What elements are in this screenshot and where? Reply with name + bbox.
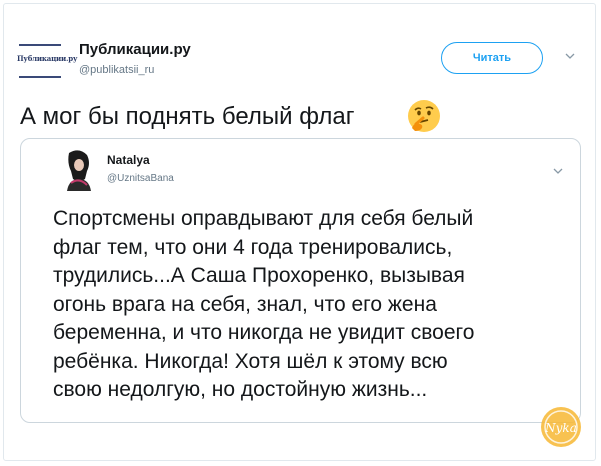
quoted-text-line: ребёнка. Никогда! Хотя шёл к этому всю (53, 349, 448, 373)
quoted-menu-chevron-icon[interactable] (553, 167, 563, 177)
site-watermark-logo: Nyka (539, 405, 583, 449)
thinking-face-emoji (406, 98, 442, 134)
follow-button[interactable]: Читать (441, 42, 543, 74)
quoted-text-line: Спортсмены оправдывают для себя белый (53, 207, 474, 230)
quoted-text-line: флаг тем, что они 4 года тренировались, (53, 235, 453, 259)
quoted-text-line: огонь врага на себя, знал, что его жена (53, 292, 437, 316)
quoted-author-avatar[interactable] (61, 149, 97, 191)
quoted-author-handle[interactable]: @UznitsaBana (107, 173, 174, 184)
quoted-text-line: трудились...А Саша Прохоренко, вызывая (53, 264, 465, 287)
svg-text:Nyka: Nyka (544, 421, 577, 435)
quoted-tweet[interactable]: Natalya @UznitsaBana Спортсмены оправдыв… (20, 138, 581, 423)
tweet-text: А мог бы поднять белый флаг (20, 103, 355, 130)
quoted-author-name[interactable]: Natalya (107, 153, 150, 167)
author-name[interactable]: Публикации.ру (79, 41, 191, 58)
author-handle[interactable]: @publikatsii_ru (79, 64, 154, 76)
quoted-text-line: свою недолгую, но достойную жизнь... (53, 378, 428, 401)
quoted-text-line: беременна, и что никогда не увидит своег… (53, 321, 475, 344)
avatar-logo-text: Публикации.ру (17, 54, 78, 63)
tweet-menu-chevron-icon[interactable] (565, 52, 575, 62)
author-avatar[interactable]: Публикации.ру (15, 36, 78, 86)
quoted-tweet-text: Спортсмены оправдывают для себя белый фл… (53, 205, 573, 405)
